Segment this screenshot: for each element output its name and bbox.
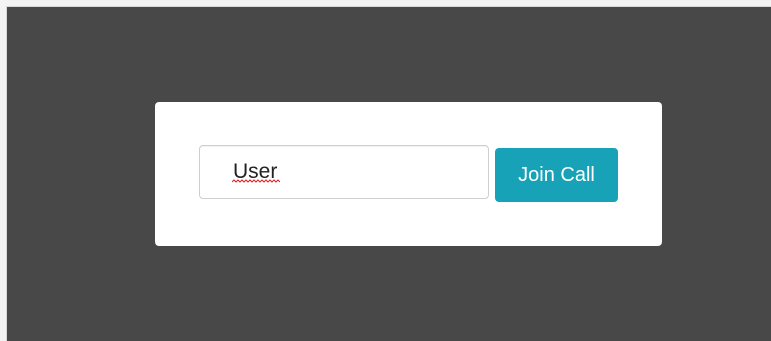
join-call-button[interactable]: Join Call [495,148,618,202]
user-name-input[interactable] [199,145,489,199]
join-call-card: Join Call [155,102,662,246]
dark-backdrop: Join Call [6,6,771,341]
